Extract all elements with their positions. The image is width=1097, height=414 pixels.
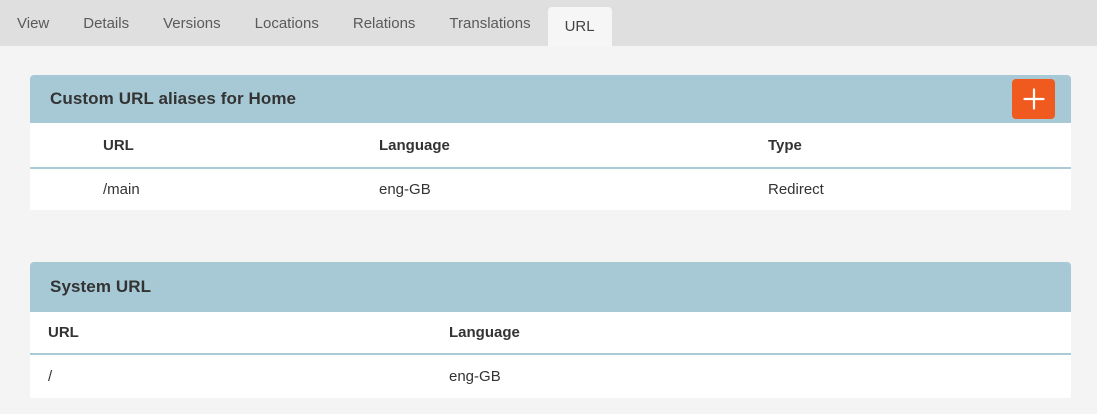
tab-translations[interactable]: Translations xyxy=(432,0,547,46)
system-language-cell: eng-GB xyxy=(449,354,1071,398)
tab-details[interactable]: Details xyxy=(66,0,146,46)
tab-relations[interactable]: Relations xyxy=(336,0,433,46)
table-row: / eng-GB xyxy=(30,354,1071,398)
tab-versions[interactable]: Versions xyxy=(146,0,238,46)
tab-bar: View Details Versions Locations Relation… xyxy=(0,0,1097,46)
custom-aliases-header-row: URL Language Type xyxy=(30,123,1071,168)
column-header-language: Language xyxy=(379,123,768,168)
column-header-url: URL xyxy=(30,123,379,168)
table-row: /main eng-GB Redirect xyxy=(30,168,1071,210)
system-url-panel: System URL URL Language / eng-GB xyxy=(30,262,1071,398)
system-url-table: URL Language / eng-GB xyxy=(30,312,1071,398)
column-header-url: URL xyxy=(30,312,449,354)
system-url-header: System URL xyxy=(30,262,1071,312)
alias-url-cell: /main xyxy=(30,168,379,210)
alias-type-cell: Redirect xyxy=(768,168,1071,210)
alias-language-cell: eng-GB xyxy=(379,168,768,210)
tab-url[interactable]: URL xyxy=(548,7,612,46)
system-url-cell: / xyxy=(30,354,449,398)
custom-aliases-title: Custom URL aliases for Home xyxy=(50,89,296,109)
column-header-type: Type xyxy=(768,123,1071,168)
custom-aliases-header: Custom URL aliases for Home xyxy=(30,75,1071,123)
custom-aliases-table: URL Language Type /main eng-GB Redirect xyxy=(30,123,1071,210)
system-url-header-row: URL Language xyxy=(30,312,1071,354)
add-url-alias-button[interactable] xyxy=(1012,79,1055,119)
tab-locations[interactable]: Locations xyxy=(238,0,336,46)
custom-url-aliases-panel: Custom URL aliases for Home URL Language… xyxy=(30,75,1071,210)
column-header-language: Language xyxy=(449,312,1071,354)
plus-icon xyxy=(1022,87,1046,111)
system-url-title: System URL xyxy=(50,277,151,297)
tab-view[interactable]: View xyxy=(0,0,66,46)
content-area: Custom URL aliases for Home URL Language… xyxy=(0,75,1097,398)
